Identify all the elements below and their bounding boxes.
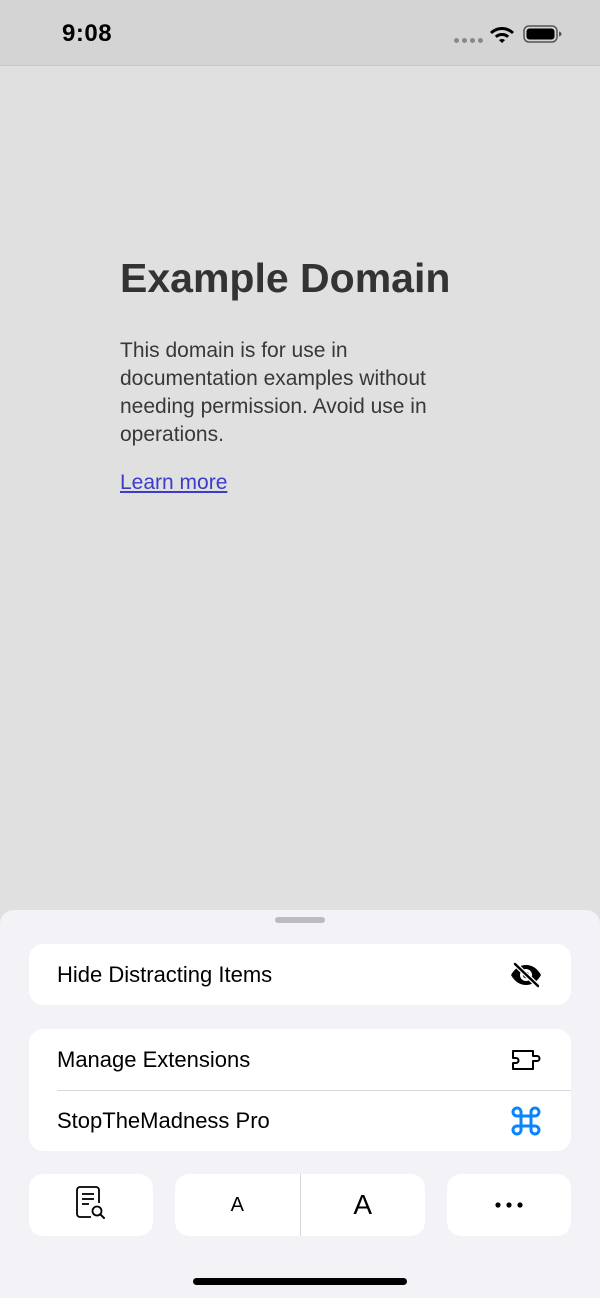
ellipsis-icon <box>494 1196 524 1214</box>
sheet-grabber[interactable] <box>275 917 325 923</box>
command-icon <box>509 1104 543 1138</box>
hide-distracting-items-button[interactable]: Hide Distracting Items <box>29 944 571 1005</box>
extensions-group: Manage Extensions StopTheMadness Pro <box>29 1029 571 1151</box>
battery-icon <box>523 25 562 43</box>
webpage-content: Example Domain This domain is for use in… <box>0 67 600 910</box>
stopthemadness-pro-label: StopTheMadness Pro <box>57 1107 270 1133</box>
more-options-button[interactable] <box>447 1174 571 1236</box>
stopthemadness-pro-button[interactable]: StopTheMadness Pro <box>29 1090 571 1151</box>
learn-more-link[interactable]: Learn more <box>120 471 227 495</box>
increase-font-button[interactable]: A <box>301 1174 426 1236</box>
status-time: 9:08 <box>62 20 113 47</box>
manage-extensions-button[interactable]: Manage Extensions <box>29 1029 571 1090</box>
home-indicator[interactable] <box>193 1278 407 1285</box>
reader-search-button[interactable] <box>29 1174 153 1236</box>
font-size-control: A A <box>175 1174 425 1236</box>
wifi-icon <box>490 27 514 43</box>
status-bar: 9:08 <box>0 0 600 66</box>
eye-slash-icon <box>509 958 543 992</box>
hide-distracting-group: Hide Distracting Items <box>29 944 571 1005</box>
extension-puzzle-icon <box>509 1043 543 1077</box>
signal-dots-icon <box>454 38 483 43</box>
hide-distracting-items-label: Hide Distracting Items <box>57 961 273 987</box>
page-body-text: This domain is for use in documentation … <box>120 339 427 446</box>
decrease-font-button[interactable]: A <box>175 1174 300 1236</box>
page-menu-sheet: Hide Distracting Items Manage Extensions <box>0 910 600 1298</box>
page-title: Example Domain <box>120 255 451 301</box>
page-search-icon <box>76 1185 106 1226</box>
row-separator <box>57 1090 571 1091</box>
manage-extensions-label: Manage Extensions <box>57 1046 251 1072</box>
